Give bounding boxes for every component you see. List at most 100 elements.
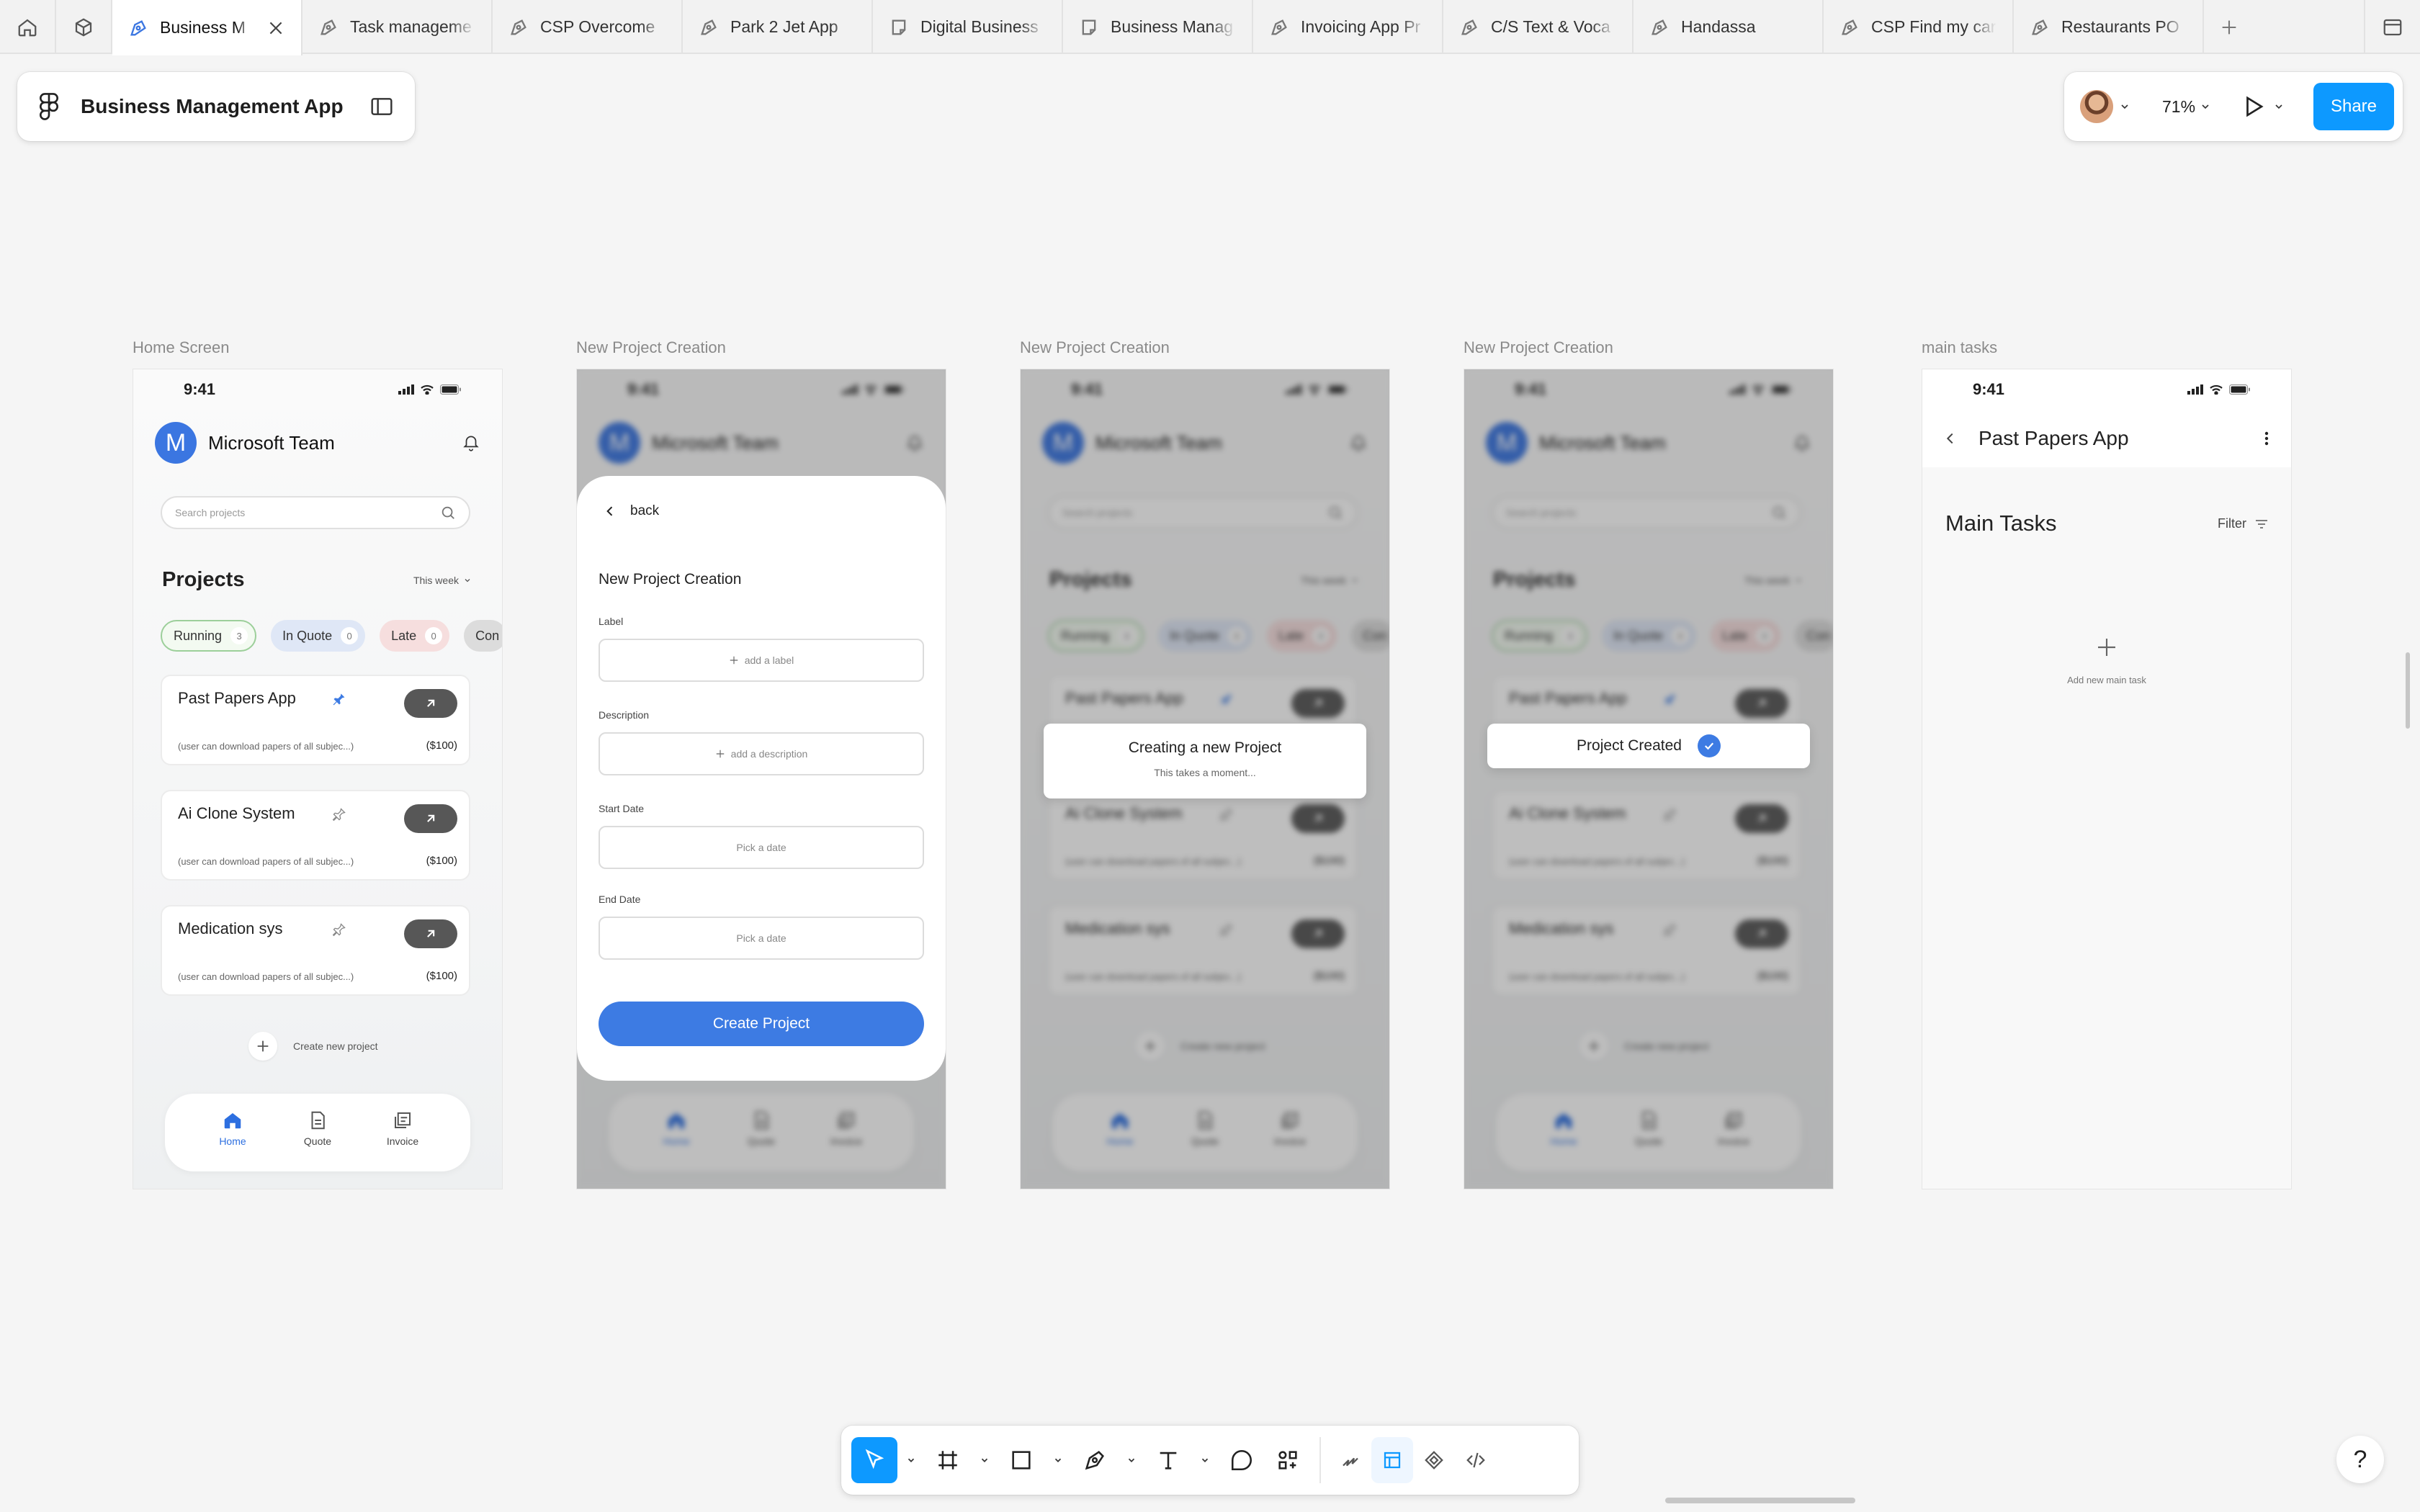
project-card[interactable]: Past Papers App (user can download paper…: [161, 675, 470, 765]
tab-business-management[interactable]: Business M: [112, 0, 302, 55]
vertical-scrollbar[interactable]: [2406, 652, 2410, 729]
frame-creating-project[interactable]: 9:41 M Microsoft Team Search projects Pr…: [1020, 369, 1390, 1189]
tab-csp-find-my-car[interactable]: CSP Find my car: [1824, 0, 2014, 54]
end-date-picker[interactable]: Pick a date: [599, 917, 924, 960]
tab-csp-overcome[interactable]: CSP Overcome: [493, 0, 683, 54]
frame-label-home[interactable]: Home Screen: [133, 338, 230, 357]
pin-outline-icon[interactable]: [332, 807, 346, 822]
pin-filled-icon[interactable]: [332, 692, 346, 706]
search-input[interactable]: Search projects: [161, 496, 470, 529]
scribble-icon: [1343, 1457, 1358, 1467]
frame-main-tasks[interactable]: 9:41 Past Papers App Main Tasks Filter A…: [1922, 369, 2292, 1189]
present-button[interactable]: [2240, 94, 2285, 120]
document-icon: [311, 1111, 325, 1130]
tab-cs-text-voca[interactable]: C/S Text & Voca: [1443, 0, 1634, 54]
frame-label-main-tasks[interactable]: main tasks: [1922, 338, 1997, 357]
move-tool[interactable]: [851, 1437, 897, 1483]
comment-tool[interactable]: [1219, 1437, 1265, 1483]
avatar: [2080, 90, 2113, 123]
nav-quote[interactable]: Quote: [292, 1110, 343, 1171]
resources-tool[interactable]: [1265, 1437, 1311, 1483]
success-toast: Project Created: [1487, 724, 1810, 768]
home-icon[interactable]: [0, 0, 56, 54]
open-project-button[interactable]: [404, 919, 457, 948]
draw-mode-button[interactable]: [1330, 1437, 1371, 1483]
bell-icon[interactable]: [462, 433, 480, 453]
frame-project-created[interactable]: 9:41 M Microsoft Team Search projects Pr…: [1464, 369, 1834, 1189]
frame-label-new-project-3[interactable]: New Project Creation: [1464, 338, 1613, 357]
create-new-project-button[interactable]: Create new project: [248, 1032, 378, 1061]
move-tool-menu[interactable]: [897, 1455, 925, 1465]
share-button[interactable]: Share: [2313, 83, 2394, 130]
team-avatar[interactable]: M: [155, 422, 197, 464]
frame-tool[interactable]: [925, 1437, 971, 1483]
dev-mode-button[interactable]: [1455, 1437, 1497, 1483]
tab-business-manag[interactable]: Business Manag: [1063, 0, 1253, 54]
chip-running[interactable]: Running 3: [161, 620, 257, 652]
start-date-picker[interactable]: Pick a date: [599, 826, 924, 869]
comment-icon: [1231, 1449, 1252, 1471]
figma-logo-icon[interactable]: [39, 93, 59, 120]
tab-digital-business[interactable]: Digital Business: [873, 0, 1063, 54]
horizontal-scrollbar[interactable]: [1665, 1498, 1855, 1503]
description-field[interactable]: add a description: [599, 732, 924, 775]
sidebar-icon[interactable]: [370, 96, 393, 117]
chip-in-quote[interactable]: In Quote 0: [271, 620, 366, 652]
community-icon[interactable]: [56, 0, 112, 54]
chevron-left-icon: [606, 506, 613, 516]
user-avatar-button[interactable]: [2080, 90, 2130, 123]
tab-park-2-jet[interactable]: Park 2 Jet App: [683, 0, 873, 54]
chip-label: Con: [475, 628, 500, 643]
close-icon[interactable]: [266, 19, 285, 37]
project-card[interactable]: Medication sys (user can download papers…: [161, 905, 470, 996]
new-project-sheet: back New Project Creation Label add a la…: [577, 476, 946, 1081]
pen-tool[interactable]: [1072, 1437, 1118, 1483]
pin-outline-icon[interactable]: [332, 922, 346, 937]
search-icon: [442, 506, 454, 519]
shape-tool-menu[interactable]: [1044, 1455, 1072, 1465]
component-mode-button[interactable]: [1413, 1437, 1455, 1483]
create-project-button[interactable]: Create Project: [599, 1002, 924, 1046]
wifi-icon: [2210, 384, 2223, 395]
open-project-button[interactable]: [404, 689, 457, 718]
sidebar-toggle-button[interactable]: [2364, 0, 2420, 54]
tab-restaurants-pos[interactable]: Restaurants PO: [2014, 0, 2204, 54]
frame-tool-menu[interactable]: [971, 1455, 998, 1465]
frame-home-screen[interactable]: 9:41 M Microsoft Team Search projects Pr…: [133, 369, 503, 1189]
tab-invoicing-app[interactable]: Invoicing App Pr: [1253, 0, 1443, 54]
frame-new-project-form[interactable]: 9:41 M Microsoft Team Search projects Pr…: [576, 369, 946, 1189]
nav-invoice[interactable]: Invoice: [377, 1110, 428, 1171]
design-mode-button[interactable]: [1371, 1437, 1413, 1483]
signal-icon: [2187, 384, 2203, 395]
file-title[interactable]: Business Management App: [81, 95, 370, 118]
chip-late[interactable]: Late 0: [380, 620, 450, 652]
filter-button[interactable]: Filter: [2218, 516, 2268, 531]
open-project-button[interactable]: [404, 804, 457, 833]
nav-home[interactable]: Home: [207, 1110, 258, 1171]
tab-task-management[interactable]: Task manageme: [302, 0, 493, 54]
whiteboard-file-icon: [892, 19, 906, 35]
text-tool[interactable]: [1145, 1437, 1191, 1483]
description-placeholder: add a description: [730, 748, 808, 760]
new-tab-button[interactable]: [2204, 0, 2254, 54]
project-card[interactable]: Ai Clone System (user can download paper…: [161, 790, 470, 881]
tab-label: Digital Business: [920, 17, 1039, 36]
frame-label-new-project-2[interactable]: New Project Creation: [1020, 338, 1170, 357]
text-tool-menu[interactable]: [1191, 1455, 1219, 1465]
invoice-icon: [395, 1112, 411, 1128]
back-button[interactable]: back: [603, 503, 659, 519]
home-icon: [224, 1113, 241, 1129]
chip-completed[interactable]: Con: [464, 620, 502, 652]
chip-count: 0: [341, 627, 359, 644]
chevron-left-icon[interactable]: [1942, 430, 1958, 447]
more-vertical-icon[interactable]: [2264, 430, 2269, 447]
shape-tool[interactable]: [998, 1437, 1044, 1483]
help-button[interactable]: ?: [2336, 1436, 2384, 1483]
label-field[interactable]: add a label: [599, 639, 924, 682]
pen-tool-menu[interactable]: [1118, 1455, 1145, 1465]
week-filter-dropdown[interactable]: This week: [413, 575, 472, 586]
zoom-dropdown[interactable]: 71%: [2162, 97, 2211, 117]
add-main-task-button[interactable]: Add new main task: [1922, 636, 2291, 685]
tab-handassa[interactable]: Handassa: [1634, 0, 1824, 54]
frame-label-new-project-1[interactable]: New Project Creation: [576, 338, 726, 357]
